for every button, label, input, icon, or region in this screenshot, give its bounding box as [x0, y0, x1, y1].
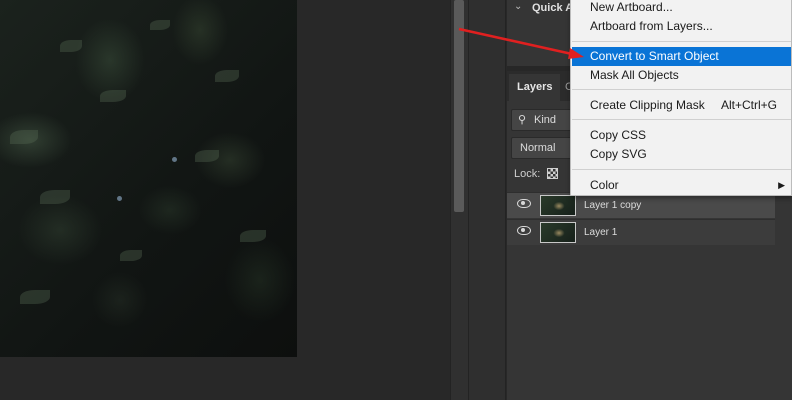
search-icon: ⚲: [518, 114, 527, 126]
layers-scroll-area: [775, 192, 792, 400]
menu-item-artboard-from-layers[interactable]: Artboard from Layers...: [572, 17, 791, 36]
shortcut-label: Alt+Ctrl+G: [720, 98, 777, 112]
menu-item-copy-css[interactable]: Copy CSS: [572, 126, 791, 145]
document-canvas[interactable]: [0, 0, 450, 400]
menu-separator: [572, 41, 791, 42]
lock-label: Lock:: [514, 168, 541, 180]
eye-icon[interactable]: [517, 226, 531, 235]
menu-item-copy-svg[interactable]: Copy SVG: [572, 145, 791, 164]
layer-thumbnail: [540, 195, 576, 216]
menu-item-convert-smart-object[interactable]: Convert to Smart Object: [572, 47, 791, 66]
scrollbar-thumb[interactable]: [454, 0, 464, 212]
tab-layers[interactable]: Layers: [509, 74, 561, 101]
eye-icon[interactable]: [517, 199, 531, 208]
canvas-vertical-scrollbar[interactable]: [450, 0, 468, 400]
panel-gutter: [468, 0, 506, 400]
layer-context-menu: New Artboard... Artboard from Layers... …: [570, 0, 792, 196]
menu-separator: [572, 169, 791, 170]
menu-item-label: Create Clipping Mask: [590, 98, 705, 112]
menu-item-create-clipping-mask[interactable]: Create Clipping Mask Alt+Ctrl+G: [572, 96, 791, 115]
quick-actions-title: Quick A: [532, 2, 574, 14]
layer-name: Layer 1: [584, 227, 618, 238]
photo-image[interactable]: [0, 0, 297, 357]
blend-mode-label: Normal: [520, 142, 556, 154]
submenu-arrow-icon: ▶: [778, 180, 785, 190]
lock-transparency-icon[interactable]: [547, 168, 558, 179]
layer-thumbnail: [540, 222, 576, 243]
menu-item-label: Color: [590, 178, 619, 192]
menu-item-new-artboard[interactable]: New Artboard...: [572, 0, 791, 17]
kind-filter-label: Kind: [534, 114, 557, 126]
chevron-down-icon[interactable]: ⌄: [514, 1, 522, 12]
layer-name: Layer 1 copy: [584, 200, 642, 211]
layer-row[interactable]: Layer 1: [507, 219, 777, 245]
menu-separator: [572, 119, 791, 120]
menu-separator: [572, 89, 791, 90]
menu-item-color[interactable]: Color ▶: [572, 176, 791, 195]
menu-item-mask-all-objects[interactable]: Mask All Objects: [572, 66, 791, 85]
